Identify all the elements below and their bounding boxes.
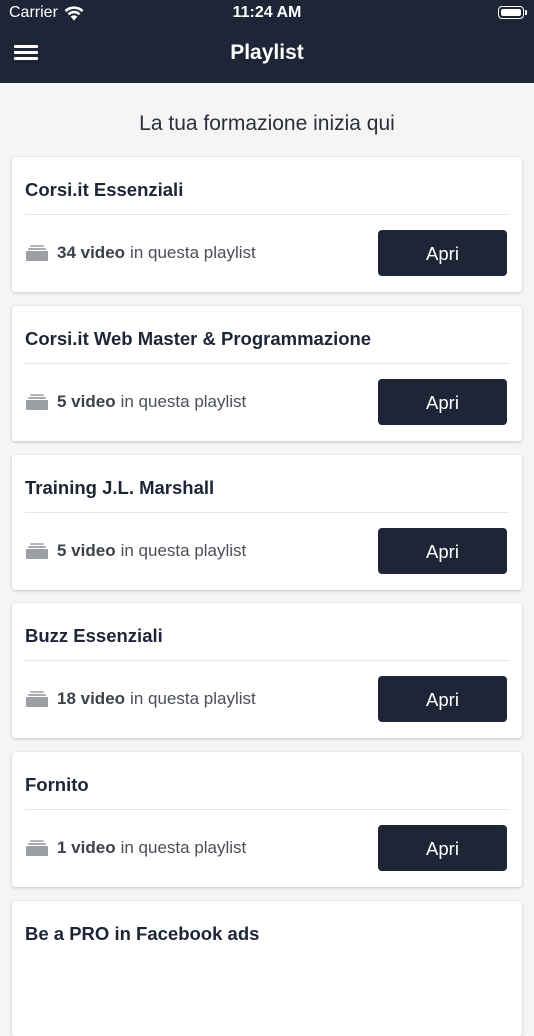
video-count-suffix: in questa playlist bbox=[120, 392, 247, 411]
card-divider bbox=[25, 214, 509, 215]
open-playlist-button[interactable]: Apri bbox=[378, 825, 507, 871]
card-divider bbox=[25, 363, 509, 364]
playlist-title: Corsi.it Essenziali bbox=[25, 179, 184, 200]
card-divider bbox=[25, 512, 509, 513]
playlist-title: Buzz Essenziali bbox=[25, 625, 163, 646]
video-stack-icon bbox=[26, 840, 48, 856]
card-divider bbox=[25, 660, 509, 661]
open-playlist-button[interactable]: Apri bbox=[378, 528, 507, 574]
playlist-title: Corsi.it Web Master & Programmazione bbox=[25, 328, 372, 349]
video-count-row: 5 video in questa playlist bbox=[26, 541, 246, 561]
video-stack-icon bbox=[26, 394, 48, 410]
playlist-card: Corsi.it Essenziali 34 video in questa p… bbox=[12, 157, 522, 292]
video-stack-icon bbox=[26, 691, 48, 707]
playlist-title: Training J.L. Marshall bbox=[25, 477, 215, 498]
playlist-title: Fornito bbox=[25, 774, 89, 795]
open-playlist-button[interactable]: Apri bbox=[378, 676, 507, 722]
video-count-suffix: in questa playlist bbox=[120, 541, 247, 560]
playlist-card: Training J.L. Marshall 5 video in questa… bbox=[12, 455, 522, 590]
playlist-card: Buzz Essenziali 18 video in questa playl… bbox=[12, 603, 522, 738]
battery-icon bbox=[498, 6, 527, 19]
video-count-row: 5 video in questa playlist bbox=[26, 392, 246, 412]
video-count-row: 18 video in questa playlist bbox=[26, 689, 256, 709]
playlist-card: Fornito 1 video in questa playlist Apri bbox=[12, 752, 522, 887]
video-count: 1 video bbox=[57, 838, 116, 857]
open-playlist-button[interactable]: Apri bbox=[378, 230, 507, 276]
video-stack-icon bbox=[26, 543, 48, 559]
video-count-suffix: in questa playlist bbox=[120, 838, 247, 857]
status-bar: Carrier 11:24 AM bbox=[0, 0, 534, 28]
video-count-suffix: in questa playlist bbox=[130, 689, 256, 708]
card-divider bbox=[25, 809, 509, 810]
video-count: 18 video bbox=[57, 689, 126, 708]
page-subtitle: La tua formazione inizia qui bbox=[139, 112, 395, 135]
playlist-card: Corsi.it Web Master & Programmazione 5 v… bbox=[12, 306, 522, 441]
video-stack-icon bbox=[26, 245, 48, 261]
video-count-suffix: in questa playlist bbox=[130, 243, 256, 262]
video-count-row: 34 video in questa playlist bbox=[26, 243, 256, 263]
video-count-row: 1 video in questa playlist bbox=[26, 838, 246, 858]
video-count: 34 video bbox=[57, 243, 126, 262]
video-count: 5 video bbox=[57, 392, 116, 411]
app-header: Carrier 11:24 AM Playlist bbox=[0, 0, 534, 83]
nav-bar: Playlist bbox=[0, 28, 534, 83]
playlist-card: Be a PRO in Facebook ads bbox=[12, 901, 522, 1036]
status-time: 11:24 AM bbox=[232, 4, 302, 21]
open-playlist-button[interactable]: Apri bbox=[378, 379, 507, 425]
video-count: 5 video bbox=[57, 541, 116, 560]
playlist-title: Be a PRO in Facebook ads bbox=[25, 923, 260, 944]
page-title: Playlist bbox=[230, 41, 304, 64]
